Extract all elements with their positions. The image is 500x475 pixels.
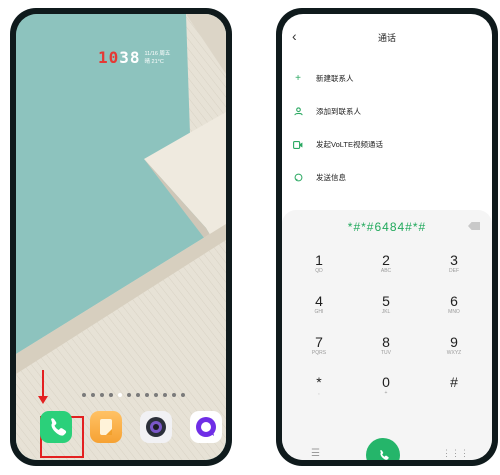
phone-left: 1038 11/16 周五 晴 21°C: [10, 8, 232, 466]
page-dot-active: [118, 393, 122, 397]
menu-item-send-message[interactable]: 发送信息: [282, 161, 492, 194]
key-9[interactable]: 9 WXYZ: [424, 334, 484, 370]
notes-app-icon[interactable]: [90, 411, 122, 443]
video-icon: [293, 140, 303, 150]
menu-item-add-to-contact[interactable]: 添加到联系人: [282, 95, 492, 128]
key-6[interactable]: 6 MNO: [424, 293, 484, 329]
clock-time: 1038: [98, 48, 141, 67]
clock-weather: 晴 21°C: [144, 58, 164, 65]
page-dot: [163, 393, 167, 397]
menu-label: 新建联系人: [316, 74, 354, 83]
key-digit: #: [450, 374, 458, 390]
top-bar: ‹ 通话: [282, 28, 492, 48]
key-3[interactable]: 3 DEF: [424, 252, 484, 288]
page-dot: [145, 393, 149, 397]
key-star[interactable]: *,: [289, 374, 349, 410]
key-letters: GHI: [314, 309, 324, 315]
user-icon: [293, 107, 303, 117]
key-letters: PQRS: [311, 350, 327, 356]
page-title: 通话: [377, 33, 396, 43]
key-7[interactable]: 7 PQRS: [289, 334, 349, 370]
messages-app-icon[interactable]: [190, 411, 222, 443]
key-letters: QD: [315, 268, 323, 274]
key-digit: 8: [382, 334, 390, 350]
home-screen: 1038 11/16 周五 晴 21°C: [16, 14, 226, 460]
phone-icon: [380, 450, 389, 460]
key-digit: 4: [315, 293, 323, 309]
page-dot: [82, 393, 86, 397]
key-0[interactable]: 0 +: [356, 374, 416, 410]
key-4[interactable]: 4 GHI: [289, 293, 349, 329]
page-dot: [91, 393, 95, 397]
key-digit: 2: [382, 252, 390, 268]
key-1[interactable]: 1 QD: [289, 252, 349, 288]
phone-right: ‹ 通话 + 新建联系人 添加到联系人 发起VoLTE视频通话 发送信息 *#*…: [276, 8, 498, 466]
call-options-menu: + 新建联系人 添加到联系人 发起VoLTE视频通话 发送信息: [282, 62, 492, 194]
key-digit: *: [316, 374, 322, 390]
clock-hours: 10: [98, 48, 120, 67]
menu-item-new-contact[interactable]: + 新建联系人: [282, 62, 492, 95]
key-digit: 7: [315, 334, 323, 350]
key-hash[interactable]: #: [424, 374, 484, 410]
key-digit: 5: [382, 293, 390, 309]
dock: [28, 406, 222, 458]
key-2[interactable]: 2 ABC: [356, 252, 416, 288]
clock-minutes: 38: [119, 48, 141, 67]
clock-date: 11/16 周五: [144, 50, 171, 57]
page-dot: [136, 393, 140, 397]
dialer-bottom-bar: ☰ ⋮⋮⋮: [282, 438, 492, 460]
chat-icon: [293, 173, 303, 183]
page-dot: [181, 393, 185, 397]
camera-app-icon[interactable]: [140, 411, 172, 443]
key-letters: WXYZ: [446, 350, 462, 356]
dial-pad: *#*#6484#*# 1 QD 2 ABC 3 DEF 4 GHI 5 JKL 6 MNO…: [282, 210, 492, 460]
call-button[interactable]: [366, 438, 400, 460]
menu-icon[interactable]: ☰: [311, 448, 320, 459]
key-digit: 9: [450, 334, 458, 350]
dialed-number: *#*#6484#*#: [347, 220, 427, 234]
key-digit: 6: [450, 293, 458, 309]
key-letters: JKL: [381, 309, 391, 315]
clock-meta: 11/16 周五 晴 21°C: [145, 50, 171, 66]
key-digit: 0: [382, 374, 390, 390]
menu-label: 发送信息: [316, 173, 346, 182]
key-letters: DEF: [449, 268, 459, 274]
page-dot: [172, 393, 176, 397]
menu-label: 添加到联系人: [316, 107, 361, 116]
key-letters: ,: [318, 390, 320, 396]
page-dot: [127, 393, 131, 397]
lockscreen-clock: 1038 11/16 周五 晴 21°C: [98, 48, 170, 67]
menu-item-video-call[interactable]: 发起VoLTE视频通话: [282, 128, 492, 161]
key-digit: 3: [450, 252, 458, 268]
key-digit: 1: [315, 252, 323, 268]
dialpad-toggle-icon[interactable]: ⋮⋮⋮: [442, 448, 469, 459]
key-letters: ABC: [380, 268, 392, 274]
page-dot: [154, 393, 158, 397]
page-dot: [109, 393, 113, 397]
phone-app-icon[interactable]: [40, 411, 72, 443]
key-letters: +: [384, 390, 388, 396]
plus-icon: +: [295, 73, 301, 84]
page-indicator: [82, 393, 185, 397]
menu-label: 发起VoLTE视频通话: [316, 140, 383, 149]
page-dot: [100, 393, 104, 397]
pointer-arrow: [38, 370, 48, 404]
key-letters: MNO: [448, 309, 460, 315]
dialer-screen: ‹ 通话 + 新建联系人 添加到联系人 发起VoLTE视频通话 发送信息 *#*…: [282, 14, 492, 460]
key-5[interactable]: 5 JKL: [356, 293, 416, 329]
key-letters: TUV: [381, 350, 391, 356]
key-8[interactable]: 8 TUV: [356, 334, 416, 370]
